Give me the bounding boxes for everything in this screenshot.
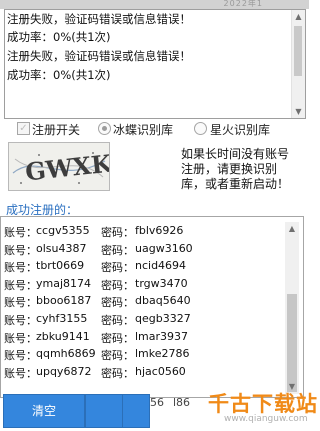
account-label: 账号： xyxy=(4,278,37,292)
password-label: 密码： xyxy=(101,278,134,292)
radio-xinghuo-label: 星火识别库 xyxy=(210,123,271,137)
password-label: 密码： xyxy=(101,331,134,345)
account-label: 账号： xyxy=(4,296,37,310)
account-row: 账号： ccgv5355 密码： fblv6926 xyxy=(4,222,284,240)
account-row: 账号： cyhf3155 密码： qegb3327 xyxy=(4,310,284,328)
account-value: ccgv5355 xyxy=(36,224,90,237)
account-value: tbrt0669 xyxy=(36,259,85,273)
account-label: 账号： xyxy=(4,243,37,257)
account-row: 账号： qqmh6869 密码： lmke2786 xyxy=(4,345,284,363)
account-label: 账号： xyxy=(4,349,37,363)
account-label: 账号： xyxy=(4,331,37,345)
register-switch-checkbox[interactable]: ✓ xyxy=(17,122,30,135)
partial-text: 56 xyxy=(150,396,164,409)
title-bar: 2022年1 xyxy=(0,0,309,9)
log-line: 注册失败，验证码错误或信息错误！ xyxy=(7,49,191,63)
log-textarea[interactable]: 注册失败，验证码错误或信息错误！ 成功率：0%(共1次) 注册失败，验证码错误或… xyxy=(4,9,306,119)
password-value: ncid4694 xyxy=(135,259,187,273)
password-value: lmar3937 xyxy=(135,329,189,343)
scroll-thumb[interactable] xyxy=(294,26,302,76)
password-value: uagw3160 xyxy=(135,241,193,255)
action-button-2[interactable] xyxy=(85,394,123,428)
password-label: 密码： xyxy=(101,261,134,275)
accounts-scrollbar[interactable]: ▲ ▼ xyxy=(285,222,299,394)
account-row: 账号： ymaj8174 密码： trgw3470 xyxy=(4,275,284,293)
account-value: zbku9141 xyxy=(36,329,90,343)
password-label: 密码： xyxy=(101,313,134,327)
scroll-up-icon[interactable]: ▲ xyxy=(292,10,305,23)
captcha-graphic: GWXK xyxy=(12,148,114,186)
log-line: 注册失败，验证码错误或信息错误！ xyxy=(7,12,191,26)
radio-bingdie-label: 冰蝶识别库 xyxy=(113,123,174,137)
password-label: 密码： xyxy=(101,366,134,380)
captcha-text: GWXK xyxy=(24,148,109,186)
account-label: 账号： xyxy=(4,366,37,380)
log-scrollbar[interactable]: ▲ ▼ xyxy=(291,10,305,118)
password-value: qegb3327 xyxy=(135,311,191,325)
log-line: 成功率：0%(共1次) xyxy=(7,68,111,82)
account-value: qqmh6869 xyxy=(36,347,96,361)
account-value: ymaj8174 xyxy=(36,276,92,290)
account-label: 账号： xyxy=(4,226,37,239)
hint-text: 如果长时间没有账号注册，请更换识别库，或者重新启动！ xyxy=(181,147,290,191)
radio-xinghuo[interactable] xyxy=(194,122,207,135)
password-label: 密码： xyxy=(101,243,134,257)
password-value: fblv6926 xyxy=(135,224,184,237)
title-fragment: 2022年1 xyxy=(223,0,263,8)
scroll-thumb[interactable] xyxy=(287,294,297,392)
account-row: 账号： zbku9141 密码： lmar3937 xyxy=(4,328,284,346)
password-label: 密码： xyxy=(101,226,134,239)
accounts-list[interactable]: 账号： ccgv5355 密码： fblv6926 账号： olsu4387 密码： uagw… xyxy=(4,222,284,394)
partial-text: l86 xyxy=(173,396,191,409)
clear-button[interactable]: 清空 xyxy=(3,394,85,428)
password-label: 密码： xyxy=(101,296,134,310)
account-row: 账号： olsu4387 密码： uagw3160 xyxy=(4,240,284,258)
account-row: 账号： upqy6872 密码： hjac0560 xyxy=(4,363,284,381)
account-row: 账号： tbrt0669 密码： ncid4694 xyxy=(4,257,284,275)
radio-bingdie[interactable] xyxy=(98,122,111,135)
password-value: lmke2786 xyxy=(135,347,190,361)
account-label: 账号： xyxy=(4,261,37,275)
account-label: 账号： xyxy=(4,313,37,327)
log-line: 成功率：0%(共1次) xyxy=(7,30,111,44)
scroll-down-icon[interactable]: ▼ xyxy=(292,105,305,118)
scroll-up-icon[interactable]: ▲ xyxy=(285,222,299,236)
action-button-3[interactable] xyxy=(122,394,150,428)
account-value: bboo6187 xyxy=(36,294,92,308)
account-value: olsu4387 xyxy=(36,241,87,255)
options-row: ✓ 注册开关 冰蝶识别库 星火识别库 xyxy=(17,121,307,137)
password-value: dbaq5640 xyxy=(135,294,191,308)
account-value: upqy6872 xyxy=(36,364,92,378)
password-value: hjac0560 xyxy=(135,364,186,378)
password-label: 密码： xyxy=(101,349,134,363)
account-value: cyhf3155 xyxy=(36,311,88,325)
watermark: 千古下载站 www.qianguw.com xyxy=(198,386,317,428)
password-value: trgw3470 xyxy=(135,276,188,290)
register-switch-label: 注册开关 xyxy=(32,123,81,137)
captcha-image[interactable]: GWXK xyxy=(8,142,114,191)
account-row: 账号： bboo6187 密码： dbaq5640 xyxy=(4,292,284,310)
watermark-url: www.qianguw.com xyxy=(224,414,308,424)
